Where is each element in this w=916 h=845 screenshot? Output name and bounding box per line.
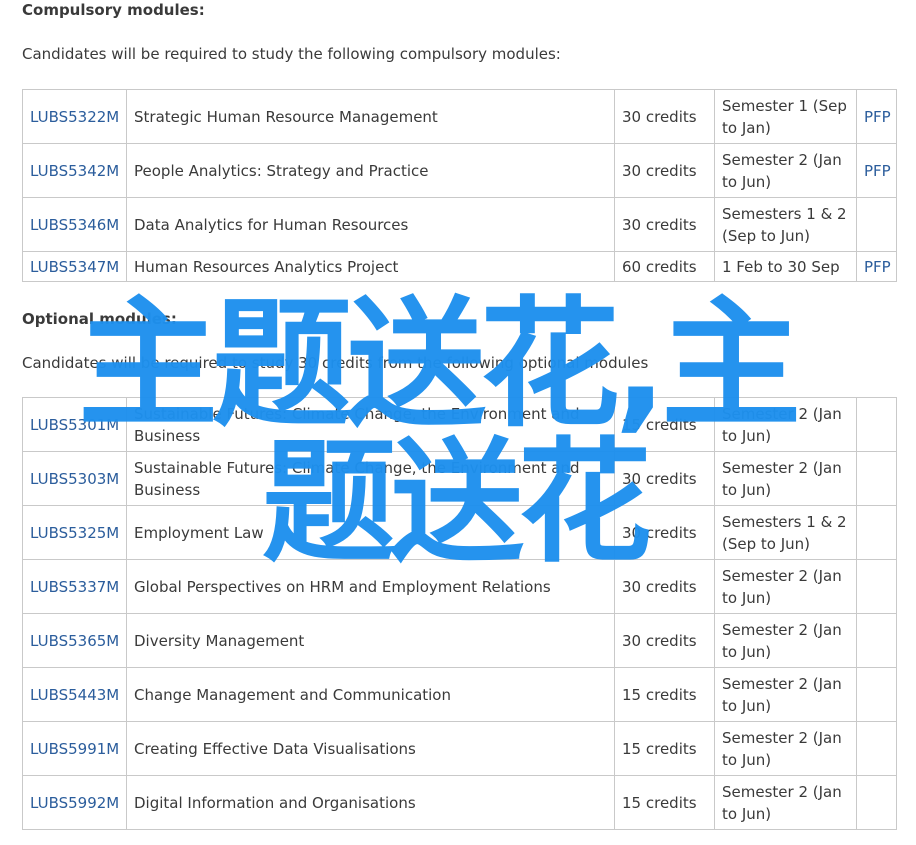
pfp-cell — [856, 559, 897, 614]
table-row: LUBS5325M Employment Law 30 credits Seme… — [22, 505, 897, 560]
module-credits: 30 credits — [614, 559, 715, 614]
module-semester: Semester 2 (Jan to Jun) — [714, 559, 857, 614]
pfp-cell — [856, 397, 897, 452]
pfp-link[interactable]: PFP — [864, 108, 891, 126]
pfp-cell — [856, 197, 897, 252]
module-title: Global Perspectives on HRM and Employmen… — [126, 559, 615, 614]
module-code-cell: LUBS5301M — [22, 397, 127, 452]
module-code-cell: LUBS5347M — [22, 251, 127, 282]
module-credits: 60 credits — [614, 251, 715, 282]
pfp-link[interactable]: PFP — [864, 162, 891, 180]
table-row: LUBS5443M Change Management and Communic… — [22, 667, 897, 722]
module-code-cell: LUBS5322M — [22, 89, 127, 144]
module-semester: Semester 2 (Jan to Jun) — [714, 775, 857, 830]
module-semester: 1 Feb to 30 Sep — [714, 251, 857, 282]
module-title: Change Management and Communication — [126, 667, 615, 722]
module-title: People Analytics: Strategy and Practice — [126, 143, 615, 198]
module-code-cell: LUBS5992M — [22, 775, 127, 830]
optional-heading: Optional modules: — [22, 310, 177, 328]
pfp-cell — [856, 775, 897, 830]
table-row: LUBS5303M Sustainable Futures: Climate C… — [22, 451, 897, 506]
module-semester: Semester 2 (Jan to Jun) — [714, 667, 857, 722]
module-title: Strategic Human Resource Management — [126, 89, 615, 144]
module-semester: Semester 2 (Jan to Jun) — [714, 451, 857, 506]
optional-modules-table: LUBS5301M Sustainable Futures: Climate C… — [22, 397, 897, 830]
module-semester: Semester 2 (Jan to Jun) — [714, 721, 857, 776]
module-credits: 30 credits — [614, 451, 715, 506]
module-code-cell: LUBS5443M — [22, 667, 127, 722]
module-code-cell: LUBS5337M — [22, 559, 127, 614]
module-code-link[interactable]: LUBS5301M — [30, 416, 119, 434]
module-code-cell: LUBS5325M — [22, 505, 127, 560]
module-semester: Semester 1 (Sep to Jan) — [714, 89, 857, 144]
module-title: Employment Law — [126, 505, 615, 560]
module-code-link[interactable]: LUBS5991M — [30, 740, 119, 758]
module-semester: Semesters 1 & 2 (Sep to Jun) — [714, 197, 857, 252]
module-code-cell: LUBS5365M — [22, 613, 127, 668]
pfp-cell: PFP — [856, 143, 897, 198]
pfp-cell — [856, 667, 897, 722]
module-title: Sustainable Futures: Climate Change, the… — [126, 397, 615, 452]
compulsory-intro: Candidates will be required to study the… — [22, 45, 561, 63]
module-code-cell: LUBS5303M — [22, 451, 127, 506]
table-row: LUBS5322M Strategic Human Resource Manag… — [22, 89, 897, 144]
module-credits: 15 credits — [614, 397, 715, 452]
table-row: LUBS5301M Sustainable Futures: Climate C… — [22, 397, 897, 452]
pfp-cell — [856, 451, 897, 506]
module-credits: 15 credits — [614, 721, 715, 776]
module-code-link[interactable]: LUBS5322M — [30, 108, 119, 126]
module-code-link[interactable]: LUBS5337M — [30, 578, 119, 596]
module-code-link[interactable]: LUBS5992M — [30, 794, 119, 812]
pfp-cell — [856, 721, 897, 776]
table-row: LUBS5365M Diversity Management 30 credit… — [22, 613, 897, 668]
pfp-cell: PFP — [856, 89, 897, 144]
module-code-link[interactable]: LUBS5347M — [30, 258, 119, 276]
table-row: LUBS5346M Data Analytics for Human Resou… — [22, 197, 897, 252]
compulsory-modules-table: LUBS5322M Strategic Human Resource Manag… — [22, 89, 897, 282]
module-code-cell: LUBS5991M — [22, 721, 127, 776]
module-title: Digital Information and Organisations — [126, 775, 615, 830]
module-code-link[interactable]: LUBS5303M — [30, 470, 119, 488]
pfp-cell: PFP — [856, 251, 897, 282]
module-title: Creating Effective Data Visualisations — [126, 721, 615, 776]
table-row: LUBS5992M Digital Information and Organi… — [22, 775, 897, 830]
module-code-link[interactable]: LUBS5443M — [30, 686, 119, 704]
module-title: Diversity Management — [126, 613, 615, 668]
module-credits: 15 credits — [614, 775, 715, 830]
table-row: LUBS5991M Creating Effective Data Visual… — [22, 721, 897, 776]
module-code-link[interactable]: LUBS5325M — [30, 524, 119, 542]
module-credits: 30 credits — [614, 197, 715, 252]
table-row: LUBS5342M People Analytics: Strategy and… — [22, 143, 897, 198]
table-row: LUBS5347M Human Resources Analytics Proj… — [22, 251, 897, 282]
optional-intro: Candidates will be required to study 30 … — [22, 354, 649, 372]
module-credits: 30 credits — [614, 143, 715, 198]
module-credits: 15 credits — [614, 667, 715, 722]
pfp-link[interactable]: PFP — [864, 258, 891, 276]
module-credits: 30 credits — [614, 613, 715, 668]
module-title: Sustainable Futures: Climate Change, the… — [126, 451, 615, 506]
table-row: LUBS5337M Global Perspectives on HRM and… — [22, 559, 897, 614]
pfp-cell — [856, 613, 897, 668]
module-code-link[interactable]: LUBS5342M — [30, 162, 119, 180]
module-code-cell: LUBS5346M — [22, 197, 127, 252]
module-code-link[interactable]: LUBS5346M — [30, 216, 119, 234]
module-semester: Semester 2 (Jan to Jun) — [714, 143, 857, 198]
module-code-cell: LUBS5342M — [22, 143, 127, 198]
module-title: Data Analytics for Human Resources — [126, 197, 615, 252]
module-title: Human Resources Analytics Project — [126, 251, 615, 282]
compulsory-heading: Compulsory modules: — [22, 1, 205, 19]
module-credits: 30 credits — [614, 505, 715, 560]
module-semester: Semester 2 (Jan to Jun) — [714, 397, 857, 452]
module-code-link[interactable]: LUBS5365M — [30, 632, 119, 650]
pfp-cell — [856, 505, 897, 560]
module-credits: 30 credits — [614, 89, 715, 144]
module-semester: Semester 2 (Jan to Jun) — [714, 613, 857, 668]
module-semester: Semesters 1 & 2 (Sep to Jun) — [714, 505, 857, 560]
